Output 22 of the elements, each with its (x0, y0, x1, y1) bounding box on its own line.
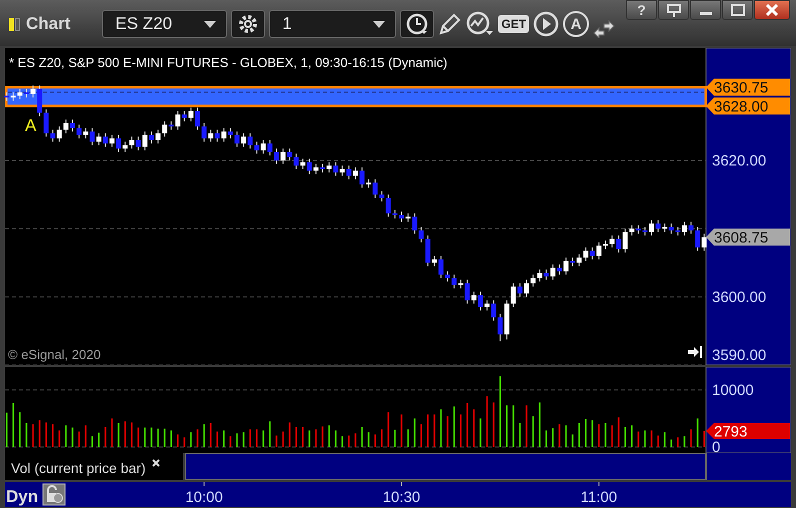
price-tag: 3608.75 (706, 228, 790, 247)
interval-dropdown[interactable]: 1 (269, 10, 396, 38)
axis-label: 0 (712, 439, 720, 453)
time-axis-label: 10:00 (185, 489, 223, 506)
axis-label: 3600.00 (712, 288, 766, 306)
annotation-button[interactable]: A (563, 11, 590, 37)
time-axis-label: 11:00 (580, 489, 618, 506)
chart-title: * ES Z20, S&P 500 E-MINI FUTURES - GLOBEX, 1, 09:30-16:15 (Dynamic) (9, 55, 448, 70)
copyright-text: © eSignal, 2020 (8, 347, 101, 362)
symbol-dropdown[interactable]: ES Z20 (102, 10, 228, 38)
mode-label[interactable]: Dyn (6, 487, 38, 506)
time-axis-label: 10:30 (382, 489, 420, 506)
get-button[interactable]: GET (498, 15, 530, 33)
help-button[interactable]: ? (626, 0, 657, 20)
axis-label: 3620.00 (712, 152, 766, 170)
axis-label: 3590.00 (712, 347, 766, 364)
volume-tag: 2793 (706, 423, 790, 441)
axis-label: 10000 (712, 382, 754, 399)
legend-label: Vol (current price bar) (11, 460, 146, 476)
price-tag: 3630.75 (706, 78, 790, 97)
marker-label: A (25, 116, 36, 135)
window-title: Chart (26, 14, 70, 34)
